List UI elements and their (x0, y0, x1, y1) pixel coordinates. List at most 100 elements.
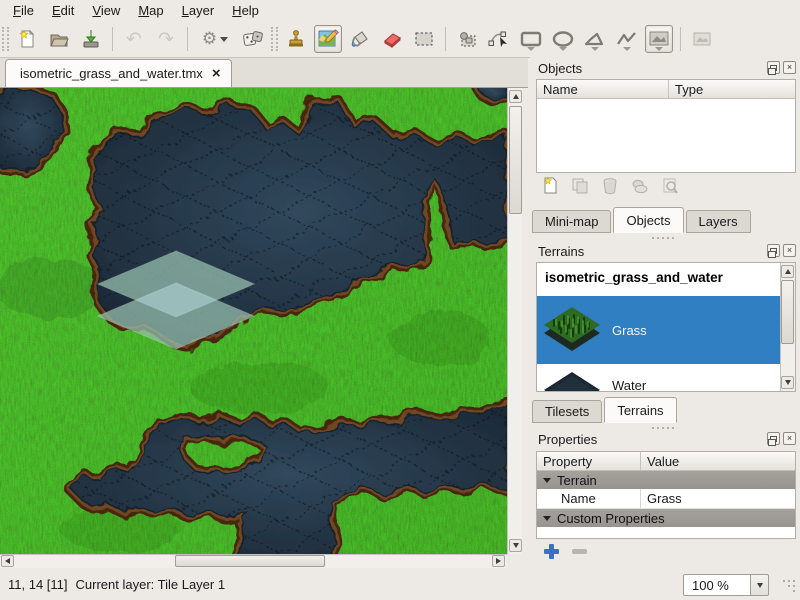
document-tab-label: isometric_grass_and_water.tmx (20, 66, 203, 81)
tab-tilesets[interactable]: Tilesets (532, 400, 602, 423)
terrains-scrollbar[interactable] (780, 263, 795, 391)
horizontal-scroll-thumb[interactable] (175, 555, 325, 567)
close-icon: × (787, 63, 792, 72)
map-canvas[interactable] (0, 88, 507, 554)
zoom-dropdown-button[interactable] (751, 574, 769, 596)
property-group-terrain[interactable]: Terrain (537, 471, 795, 489)
commands-gear-icon: ⚙ (202, 31, 217, 48)
edit-polygons-button[interactable] (485, 25, 513, 53)
collapse-arrow-icon[interactable] (543, 516, 551, 521)
property-group-custom[interactable]: Custom Properties (537, 509, 795, 527)
save-button[interactable] (77, 25, 105, 53)
document-tab[interactable]: isometric_grass_and_water.tmx × (5, 59, 232, 87)
menu-view[interactable]: View (83, 1, 129, 20)
dock-splitter-handle[interactable] (652, 237, 678, 240)
property-value-cell[interactable]: Grass (641, 489, 795, 508)
stamp-brush-button[interactable] (282, 25, 310, 53)
window-resize-grip[interactable] (783, 580, 797, 594)
collapse-arrow-icon[interactable] (543, 478, 551, 483)
insert-polygon-icon (583, 31, 607, 47)
property-row-name[interactable]: Name Grass (537, 489, 795, 509)
scroll-down-button[interactable] (509, 539, 522, 552)
select-objects-button[interactable] (453, 25, 481, 53)
insert-polygon-button[interactable] (581, 25, 609, 53)
terrain-item-label: Grass (612, 323, 647, 338)
new-file-button[interactable] (13, 25, 41, 53)
property-group-label: Custom Properties (557, 511, 665, 526)
tileset-name-header: isometric_grass_and_water (537, 263, 795, 296)
remove-object-button[interactable] (600, 177, 620, 197)
properties-float-button[interactable] (767, 432, 780, 445)
remove-property-button[interactable] (572, 549, 587, 554)
chevron-down-icon (757, 583, 763, 588)
rect-select-button[interactable] (410, 25, 438, 53)
insert-rectangle-button[interactable] (517, 25, 545, 53)
toolbar-drag-handle-2[interactable] (271, 27, 278, 51)
menu-map[interactable]: Map (129, 1, 172, 20)
terrains-list: isometric_grass_and_water Grass Wat (536, 262, 796, 392)
toolbar-drag-handle[interactable] (2, 27, 9, 51)
property-group-label: Terrain (557, 473, 597, 488)
random-mode-button[interactable] (239, 25, 267, 53)
vertical-scroll-thumb[interactable] (509, 106, 522, 214)
terrain-item-water[interactable]: Water (537, 364, 780, 392)
menu-file[interactable]: File (4, 1, 43, 20)
dock-splitter-handle-2[interactable] (652, 427, 678, 430)
menu-help[interactable]: Help (223, 1, 268, 20)
insert-tile-button[interactable] (645, 25, 673, 53)
terrains-float-button[interactable] (767, 244, 780, 257)
redo-button[interactable]: ↷ (152, 25, 180, 53)
properties-table: Property Value Terrain Name Grass Custom… (536, 451, 796, 539)
property-name-cell: Name (537, 489, 641, 508)
terrain-item-label: Water (612, 378, 646, 392)
canvas-horizontal-scrollbar[interactable] (0, 554, 507, 568)
scroll-left-button[interactable] (1, 555, 14, 567)
commands-button[interactable]: ⚙ (195, 25, 235, 53)
insert-polyline-button[interactable] (613, 25, 641, 53)
objects-close-button[interactable]: × (783, 61, 796, 74)
objects-column-name[interactable]: Name (537, 80, 669, 98)
image-tool-button[interactable] (688, 25, 716, 53)
properties-column-value[interactable]: Value (641, 452, 795, 470)
properties-close-button[interactable]: × (783, 432, 796, 445)
terrains-close-button[interactable]: × (783, 244, 796, 257)
document-tab-close-icon[interactable]: × (212, 66, 221, 81)
menu-bar: File Edit View Map Layer Help (0, 0, 800, 21)
tab-mini-map[interactable]: Mini-map (532, 210, 611, 233)
bucket-fill-button[interactable] (346, 25, 374, 53)
scroll-up-button[interactable] (509, 90, 522, 103)
terrain-brush-button[interactable] (314, 25, 342, 53)
terrains-scroll-up[interactable] (781, 265, 794, 278)
terrains-scroll-thumb[interactable] (781, 280, 794, 344)
add-object-button[interactable] (540, 177, 560, 197)
zoom-value[interactable]: 100 % (683, 574, 751, 596)
dock-panel: Objects × Name Type Mini-map Objects Lay… (530, 57, 800, 568)
status-bar: 11, 14 [11] Current layer: Tile Layer 1 … (0, 568, 800, 600)
insert-ellipse-icon (551, 31, 575, 47)
terrains-scroll-down[interactable] (781, 376, 794, 389)
eraser-button[interactable] (378, 25, 406, 53)
open-file-button[interactable] (45, 25, 73, 53)
menu-layer[interactable]: Layer (173, 1, 224, 20)
tab-terrains[interactable]: Terrains (604, 397, 676, 423)
tab-layers[interactable]: Layers (686, 210, 751, 233)
move-object-icon (631, 178, 649, 197)
duplicate-object-button[interactable] (570, 177, 590, 197)
terrain-item-grass[interactable]: Grass (537, 296, 780, 364)
objects-float-button[interactable] (767, 61, 780, 74)
scroll-right-button[interactable] (492, 555, 505, 567)
select-objects-icon (456, 29, 478, 49)
insert-ellipse-button[interactable] (549, 25, 577, 53)
move-object-button[interactable] (630, 177, 650, 197)
objects-column-type[interactable]: Type (669, 80, 795, 98)
inspect-object-button[interactable] (660, 177, 680, 197)
zoom-combobox[interactable]: 100 % (683, 574, 769, 596)
tab-objects[interactable]: Objects (613, 207, 683, 233)
canvas-vertical-scrollbar[interactable] (507, 88, 522, 554)
add-property-button[interactable] (544, 544, 559, 559)
duplicate-object-icon (571, 177, 589, 198)
commands-dropdown-arrow (220, 37, 228, 42)
properties-column-property[interactable]: Property (537, 452, 641, 470)
menu-edit[interactable]: Edit (43, 1, 83, 20)
undo-button[interactable]: ↶ (120, 25, 148, 53)
